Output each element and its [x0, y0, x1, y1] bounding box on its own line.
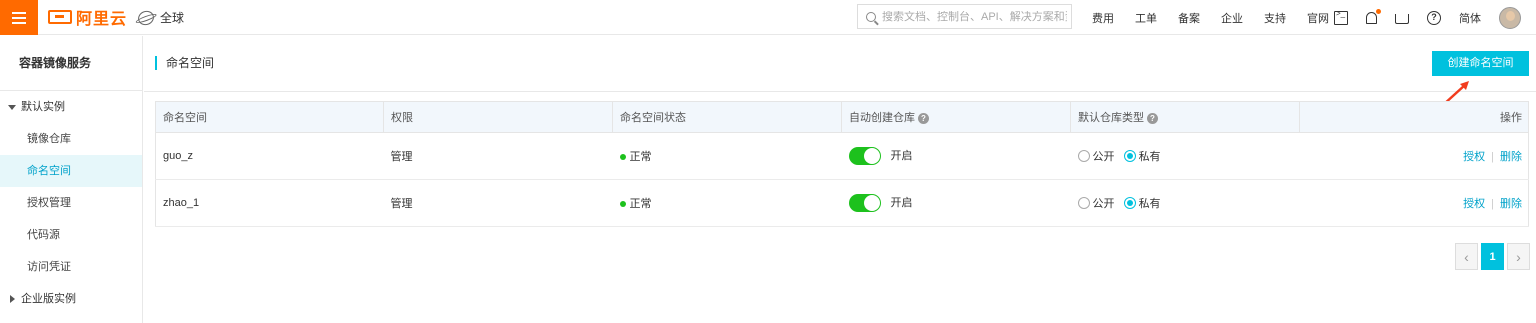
nav-link-support[interactable]: 支持 — [1264, 10, 1286, 26]
page-header: 命名空间 创建命名空间 — [144, 36, 1536, 92]
status-value: 正常 — [629, 151, 652, 163]
help-icon[interactable]: ? — [918, 112, 929, 124]
radio-private-label: 私有 — [1138, 198, 1161, 210]
auto-create-cell: 开启 — [841, 132, 1071, 180]
radio-private[interactable] — [1123, 197, 1136, 209]
repo-type-cell: 公开 私有 — [1070, 179, 1300, 227]
auto-create-label: 开启 — [890, 149, 913, 162]
top-navbar: 阿里云 全球 费用 工单 备案 企业 支持 官网 ? 简体 — [0, 0, 1536, 35]
delete-link[interactable]: 删除 — [1500, 151, 1522, 163]
nav-link-enterprise[interactable]: 企业 — [1221, 10, 1243, 26]
sidebar-item-code-source[interactable]: 代码源 — [0, 219, 142, 251]
search-input[interactable] — [882, 10, 1067, 23]
logo-text: 阿里云 — [76, 11, 128, 28]
radio-public[interactable] — [1077, 197, 1090, 209]
radio-public-label: 公开 — [1092, 151, 1115, 163]
action-separator: | — [1491, 151, 1494, 163]
sidebar-group-label: 企业版实例 — [21, 293, 76, 305]
table-header-row: 命名空间 权限 命名空间状态 自动创建仓库? 默认仓库类型? 操作 — [155, 101, 1529, 133]
nav-link-website[interactable]: 官网 — [1307, 10, 1329, 26]
table-row: guo_z 管理 正常 开启 公开 私有 授权 | 删除 — [155, 132, 1529, 180]
col-namespace: 命名空间 — [155, 101, 384, 133]
actions-cell: 授权 | 删除 — [1299, 179, 1529, 227]
aliyun-logo[interactable]: 阿里云 — [48, 7, 128, 28]
status-cell: 正常 — [612, 179, 842, 227]
nav-link-ticket[interactable]: 工单 — [1135, 10, 1157, 26]
menu-icon[interactable] — [0, 0, 38, 35]
auto-create-label: 开启 — [890, 196, 913, 209]
prev-page-button[interactable]: ‹ — [1455, 243, 1478, 270]
repo-type-cell: 公开 私有 — [1070, 132, 1300, 180]
bell-icon[interactable] — [1366, 8, 1381, 24]
terminal-icon[interactable] — [1334, 9, 1348, 25]
radio-public[interactable] — [1077, 150, 1090, 162]
sidebar-group-label: 默认实例 — [21, 101, 65, 113]
permission-value: 管理 — [383, 132, 613, 180]
col-auto-create-label: 自动创建仓库 — [849, 112, 915, 124]
table-row: zhao_1 管理 正常 开启 公开 私有 授权 | 删除 — [155, 179, 1529, 227]
main-content: 命名空间 创建命名空间 命名空间 权限 命名空间状态 自动创建仓库? 默认仓库类… — [144, 36, 1536, 323]
aliyun-logo-mark — [48, 10, 72, 24]
top-nav-links: 费用 工单 备案 企业 支持 官网 — [1092, 0, 1350, 35]
sidebar-item-authorization[interactable]: 授权管理 — [0, 187, 142, 219]
auto-create-cell: 开启 — [841, 179, 1071, 227]
sidebar-item-repositories[interactable]: 镜像仓库 — [0, 123, 142, 155]
pagination: ‹ 1 › — [1455, 243, 1530, 270]
radio-public-label: 公开 — [1092, 198, 1115, 210]
col-default-type-label: 默认仓库类型 — [1078, 112, 1144, 124]
create-namespace-button[interactable]: 创建命名空间 — [1432, 51, 1529, 76]
sidebar: 容器镜像服务 默认实例 镜像仓库 命名空间 授权管理 代码源 访问凭证 企业版实… — [0, 36, 143, 323]
help-icon[interactable]: ? — [1427, 10, 1441, 25]
nav-link-icp[interactable]: 备案 — [1178, 10, 1200, 26]
region-label: 全球 — [160, 11, 185, 25]
col-default-type: 默认仓库类型? — [1070, 101, 1300, 133]
status-value: 正常 — [629, 198, 652, 210]
caret-down-icon — [8, 104, 16, 110]
radio-private[interactable] — [1123, 150, 1136, 162]
region-selector[interactable]: 全球 — [136, 8, 185, 27]
nav-link-billing[interactable]: 费用 — [1092, 10, 1114, 26]
auto-create-toggle[interactable] — [848, 194, 881, 213]
delete-link[interactable]: 删除 — [1500, 198, 1522, 210]
col-actions: 操作 — [1299, 101, 1529, 133]
avatar[interactable] — [1499, 6, 1521, 29]
search-box[interactable] — [857, 4, 1072, 29]
sidebar-group-enterprise[interactable]: 企业版实例 — [0, 283, 142, 315]
page-button-current[interactable]: 1 — [1481, 243, 1504, 270]
sidebar-item-access-credentials[interactable]: 访问凭证 — [0, 251, 142, 283]
globe-icon — [136, 8, 156, 27]
col-status: 命名空间状态 — [612, 101, 842, 133]
namespace-table: 命名空间 权限 命名空间状态 自动创建仓库? 默认仓库类型? 操作 guo_z … — [155, 101, 1529, 227]
notification-dot — [1376, 8, 1381, 14]
namespace-name: guo_z — [155, 132, 384, 180]
permission-value: 管理 — [383, 179, 613, 227]
language-switch[interactable]: 简体 — [1459, 10, 1481, 26]
page-title: 命名空间 — [155, 56, 214, 70]
authorize-link[interactable]: 授权 — [1463, 198, 1485, 210]
sidebar-item-namespaces[interactable]: 命名空间 — [0, 155, 142, 187]
status-dot-icon — [619, 154, 626, 161]
caret-right-icon — [10, 295, 15, 303]
sidebar-title: 容器镜像服务 — [0, 36, 142, 91]
help-icon[interactable]: ? — [1147, 112, 1158, 124]
status-cell: 正常 — [612, 132, 842, 180]
top-icon-group: ? 简体 — [1334, 0, 1521, 35]
radio-private-label: 私有 — [1138, 151, 1161, 163]
authorize-link[interactable]: 授权 — [1463, 151, 1485, 163]
action-separator: | — [1491, 198, 1494, 210]
status-dot-icon — [619, 201, 626, 208]
cart-icon[interactable] — [1395, 13, 1409, 24]
col-permission: 权限 — [383, 101, 613, 133]
actions-cell: 授权 | 删除 — [1299, 132, 1529, 180]
sidebar-group-default[interactable]: 默认实例 — [0, 91, 142, 123]
next-page-button[interactable]: › — [1507, 243, 1530, 270]
namespace-name: zhao_1 — [155, 179, 384, 227]
col-auto-create: 自动创建仓库? — [841, 101, 1071, 133]
auto-create-toggle[interactable] — [848, 147, 881, 166]
search-icon — [866, 11, 876, 22]
